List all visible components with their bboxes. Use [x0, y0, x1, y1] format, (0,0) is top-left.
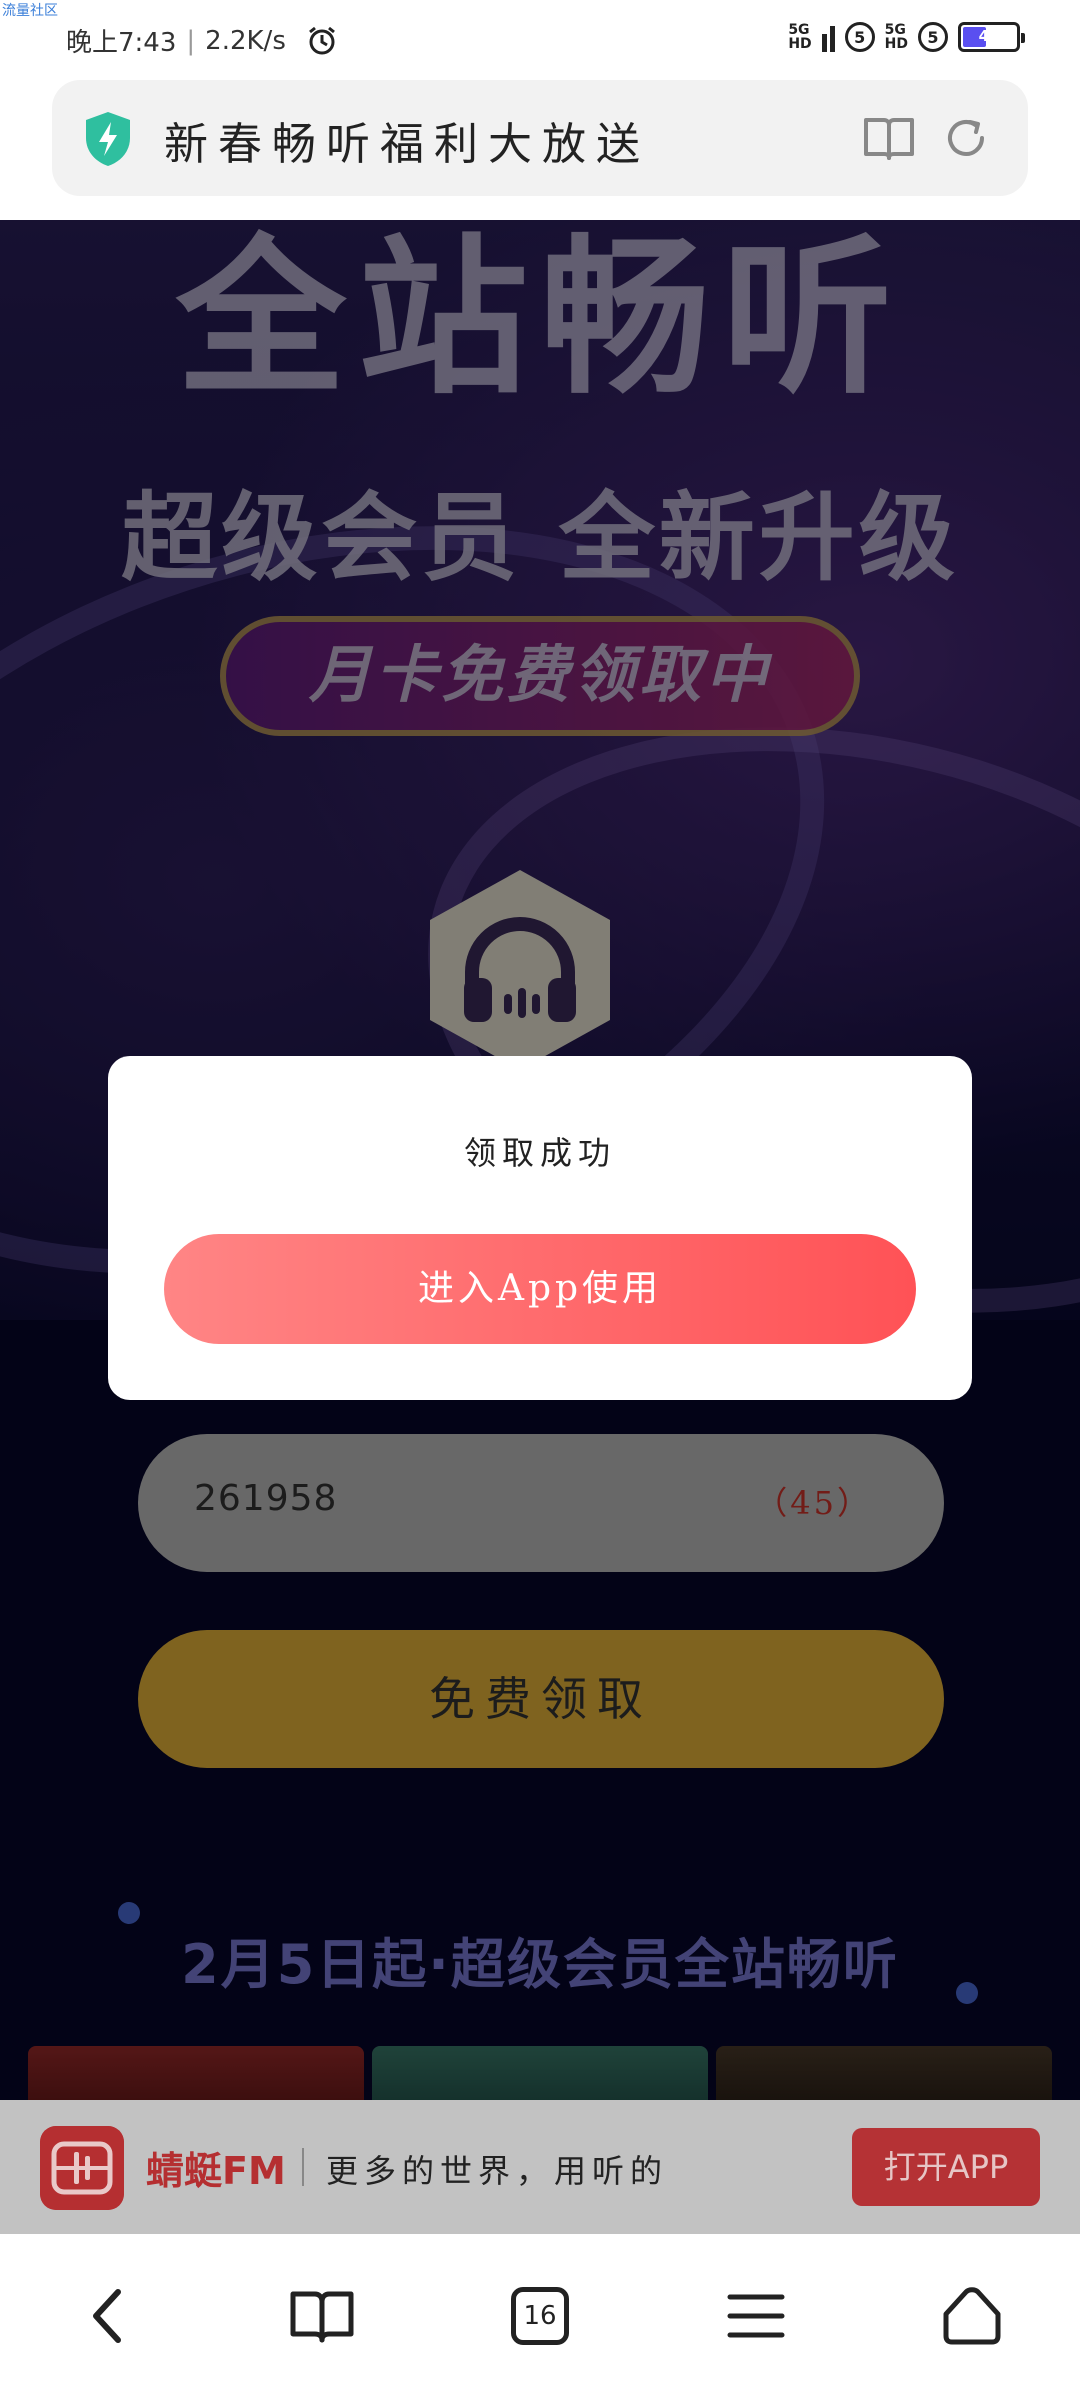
status-left: 晚上7:43 | 2.2K/s — [66, 22, 338, 59]
hamburger-menu-icon — [727, 2294, 785, 2338]
security-shield-icon[interactable] — [82, 110, 134, 168]
dialog-title: 领取成功 — [463, 1134, 616, 1172]
network-indicator-2: 5G HD — [885, 23, 908, 51]
success-dialog: 领取成功 进入App使用 — [108, 1056, 972, 1400]
sim-1-icon: 5 — [844, 22, 875, 52]
app-slogan: 更多的世界，用听的 — [326, 2152, 669, 2190]
chevron-left-icon — [93, 2289, 121, 2343]
network-indicator-1: 5G HD — [788, 23, 811, 51]
app-name: 蜻蜓FM — [146, 2149, 286, 2193]
qingting-fm-logo — [40, 2126, 124, 2210]
refresh-icon[interactable] — [942, 114, 990, 162]
sim-2-icon: 5 — [918, 22, 948, 52]
home-button[interactable] — [932, 2276, 1012, 2356]
page-title[interactable]: 新春畅听福利大放送 — [164, 108, 650, 172]
sim-1-badge: 5 — [854, 27, 866, 47]
home-icon — [943, 2287, 1001, 2345]
status-right: 5G HD 5 5G HD 5 45 — [788, 22, 1025, 52]
tabs-count-icon: 16 — [511, 2287, 569, 2345]
network-2-label: 5G — [884, 22, 906, 38]
tabs-button[interactable]: 16 — [500, 2276, 580, 2356]
address-bar[interactable]: 新春畅听福利大放送 — [52, 80, 1028, 196]
back-button[interactable] — [68, 2276, 148, 2356]
alarm-icon — [308, 26, 335, 54]
book-icon — [290, 2291, 354, 2343]
open-in-app-button[interactable]: 进入App使用 — [164, 1234, 916, 1344]
network-2-sub: HD — [884, 36, 908, 52]
open-app-button[interactable]: 打开APP — [852, 2128, 1040, 2206]
menu-button[interactable] — [716, 2276, 796, 2356]
app-promo-banner[interactable]: 蜻蜓FM 更多的世界，用听的 打开APP — [0, 2100, 1080, 2234]
status-speed: 2.2K/s — [205, 25, 286, 56]
battery-icon: 45 — [958, 22, 1025, 52]
battery-level: 45 — [978, 27, 1000, 45]
banner-divider — [302, 2148, 304, 2186]
browser-bottom-nav: 16 — [0, 2234, 1080, 2400]
sim-2-badge: 5 — [927, 27, 939, 47]
network-1-sub: HD — [788, 36, 812, 52]
reader-mode-icon[interactable] — [862, 114, 916, 162]
status-time: 晚上7:43 — [66, 28, 177, 58]
status-separator: | — [186, 25, 196, 56]
tabs-count: 16 — [523, 2301, 557, 2331]
signal-bars-icon — [821, 22, 835, 52]
network-1-label: 5G — [788, 22, 810, 38]
watermark-text: 流量社区 — [2, 3, 58, 19]
status-bar: 晚上7:43 | 2.2K/s 5G HD 5 5G HD 5 45 — [0, 0, 1080, 80]
bookmarks-button[interactable] — [282, 2276, 362, 2356]
